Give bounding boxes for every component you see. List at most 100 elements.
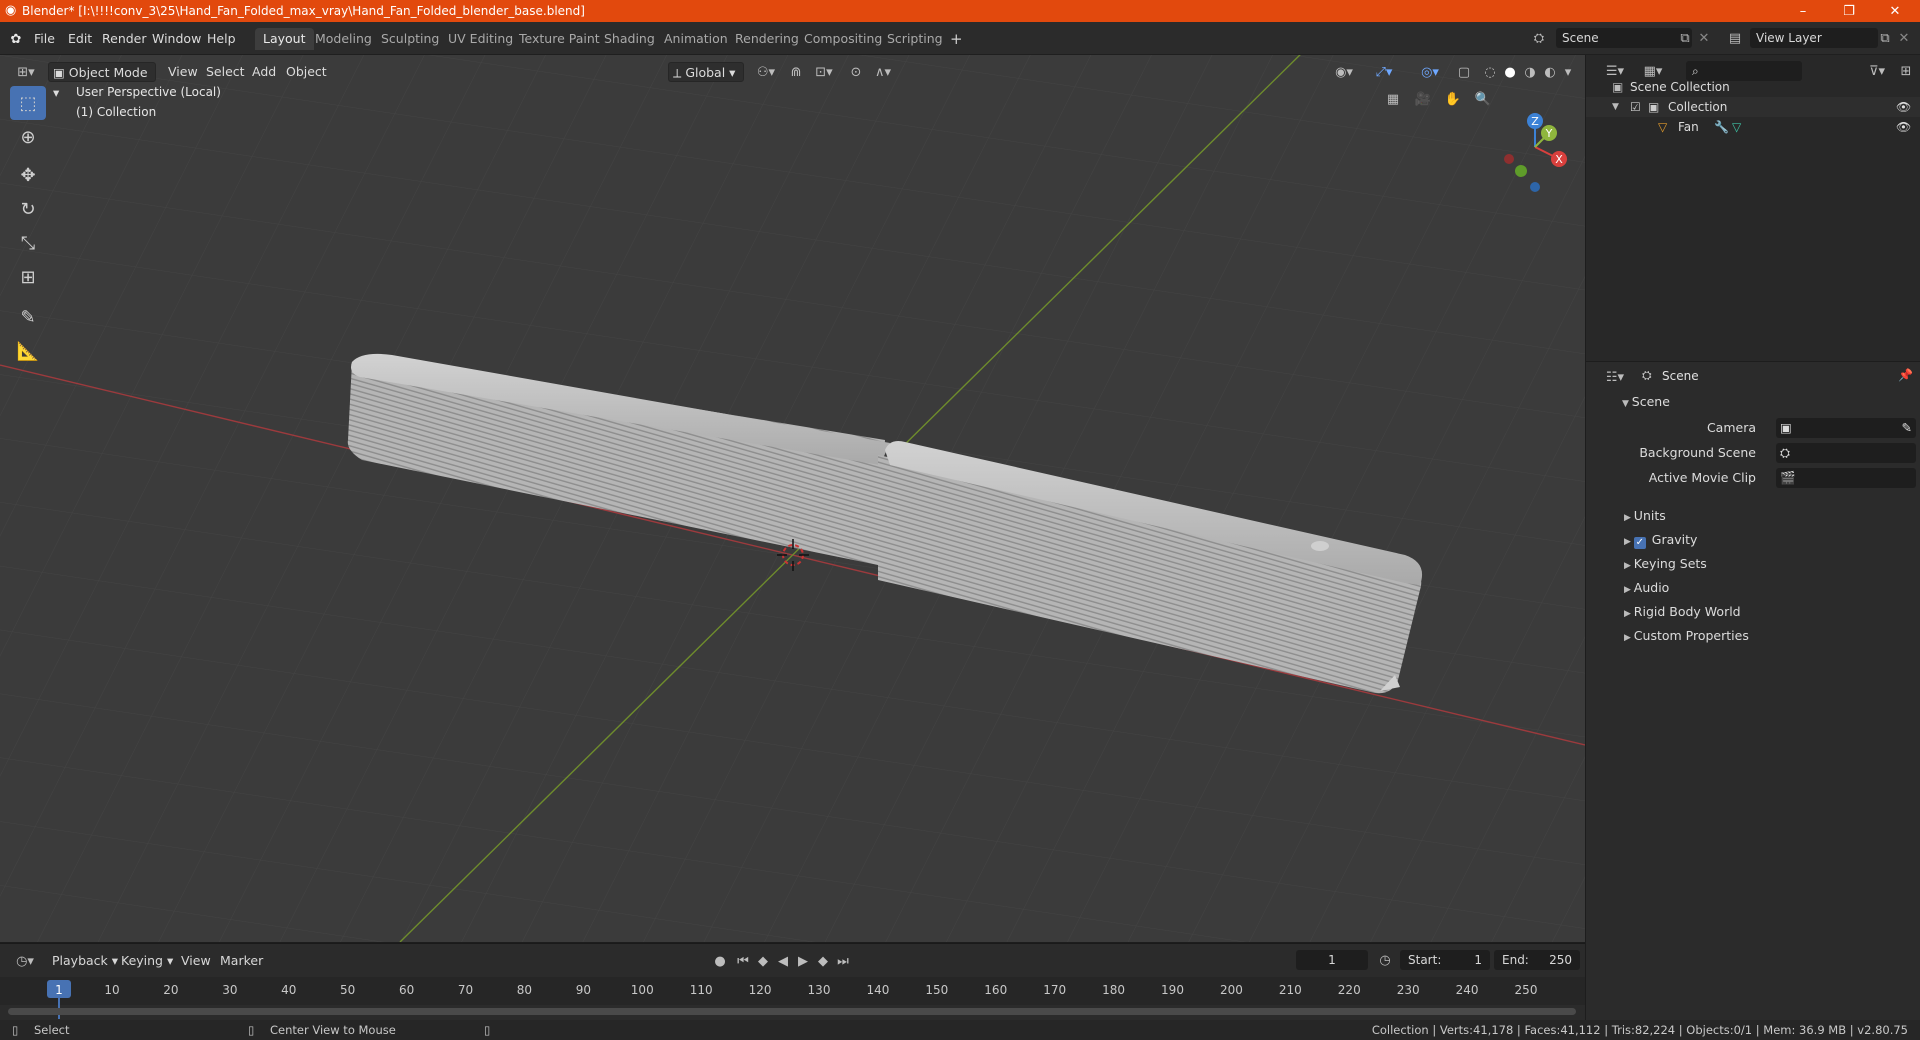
- zoom-view-icon[interactable]: 🔍: [1472, 88, 1494, 110]
- tab-scripting[interactable]: Scripting: [879, 28, 951, 50]
- units-panel-header[interactable]: ▶ Units: [1624, 504, 1920, 528]
- tab-sculpting[interactable]: Sculpting: [373, 28, 447, 50]
- menu-edit[interactable]: Edit: [68, 29, 92, 49]
- visibility-icon[interactable]: ◉▾: [1330, 62, 1358, 82]
- 3d-viewport[interactable]: Z X Y User Perspective (Local) (1) Colle…: [0, 55, 1585, 942]
- scene-field[interactable]: Scene: [1556, 28, 1692, 48]
- scale-tool-icon[interactable]: ⤡: [10, 226, 46, 260]
- xray-icon[interactable]: ▢: [1454, 62, 1474, 82]
- play-reverse-icon[interactable]: ◀: [774, 951, 792, 971]
- background-scene-field[interactable]: ⛭: [1776, 443, 1916, 463]
- menu-window[interactable]: Window: [152, 29, 201, 49]
- outliner-row-scene-collection[interactable]: ▣ Scene Collection: [1586, 77, 1920, 97]
- scene-icon[interactable]: ⛭: [1526, 28, 1552, 48]
- overlay-toggle-icon[interactable]: ◎▾: [1412, 62, 1448, 82]
- view-layer-field[interactable]: View Layer: [1750, 28, 1878, 48]
- proportional-edit-icon[interactable]: ⊙: [846, 62, 866, 82]
- active-movie-clip-field[interactable]: 🎬: [1776, 468, 1916, 488]
- jump-end-icon[interactable]: ⏭: [834, 951, 852, 971]
- outliner-row-collection[interactable]: ▼ ☑ ▣ Collection 👁: [1586, 97, 1920, 117]
- cursor-tool-icon[interactable]: ⊕: [10, 120, 46, 154]
- timeline-playback-menu[interactable]: Playback ▾: [46, 951, 124, 971]
- close-button[interactable]: ✕: [1872, 0, 1918, 22]
- annotate-tool-icon[interactable]: ✎: [10, 300, 46, 334]
- menu-object[interactable]: Object: [282, 62, 331, 82]
- tab-compositing[interactable]: Compositing: [796, 28, 890, 50]
- mode-dropdown[interactable]: ▣ Object Mode ▾: [48, 62, 156, 100]
- rendered-shading-icon[interactable]: ◐: [1540, 62, 1560, 82]
- eye-icon[interactable]: 👁: [1896, 97, 1911, 117]
- timeline-scrollbar[interactable]: [8, 1008, 1576, 1015]
- wireframe-shading-icon[interactable]: ◌: [1480, 62, 1500, 82]
- timeline-editor-icon[interactable]: ◷▾: [10, 951, 40, 971]
- tab-rendering[interactable]: Rendering: [727, 28, 807, 50]
- tab-texture-paint[interactable]: Texture Paint: [511, 28, 608, 50]
- expand-arrow-icon[interactable]: ▼: [1612, 97, 1619, 117]
- menu-add[interactable]: Add: [248, 62, 280, 82]
- keying-sets-panel-header[interactable]: ▶ Keying Sets: [1624, 552, 1920, 576]
- pivot-icon[interactable]: ⚇▾: [752, 62, 780, 82]
- prev-keyframe-icon[interactable]: ◆: [754, 951, 772, 971]
- material-shading-icon[interactable]: ◑: [1520, 62, 1540, 82]
- shading-options-icon[interactable]: ▾: [1560, 62, 1576, 82]
- jump-start-icon[interactable]: ⏮: [734, 951, 752, 971]
- new-view-layer-icon[interactable]: ⧉: [1876, 28, 1894, 48]
- start-frame-field[interactable]: Start: 1: [1400, 950, 1490, 970]
- record-icon[interactable]: ●: [710, 951, 730, 971]
- camera-field[interactable]: ▣ ✎: [1776, 418, 1916, 438]
- delete-view-layer-icon[interactable]: ✕: [1896, 28, 1912, 48]
- tab-uv-editing[interactable]: UV Editing: [440, 28, 521, 50]
- orientation-dropdown[interactable]: ⟂ Global ▾: [668, 62, 744, 82]
- eye-icon[interactable]: 👁: [1896, 117, 1911, 137]
- timeline-marker-menu[interactable]: Marker: [214, 951, 269, 971]
- menu-help[interactable]: Help: [207, 29, 236, 49]
- play-icon[interactable]: ▶: [794, 951, 812, 971]
- timeline-keying-menu[interactable]: Keying ▾: [115, 951, 179, 971]
- minimize-button[interactable]: –: [1780, 0, 1826, 22]
- end-frame-field[interactable]: End: 250: [1494, 950, 1580, 970]
- modifier-icon[interactable]: 🔧: [1714, 117, 1729, 137]
- rotate-tool-icon[interactable]: ↻: [10, 192, 46, 226]
- eyedropper-icon[interactable]: ✎: [1902, 418, 1912, 438]
- tab-animation[interactable]: Animation: [656, 28, 736, 50]
- solid-shading-icon[interactable]: ●: [1500, 62, 1520, 82]
- custom-properties-panel-header[interactable]: ▶ Custom Properties: [1624, 624, 1920, 648]
- menu-view[interactable]: View: [164, 62, 202, 82]
- snap-icon[interactable]: ⋒: [786, 62, 806, 82]
- gizmo-toggle-icon[interactable]: ⤢▾: [1366, 62, 1402, 82]
- exclude-checkbox-icon[interactable]: ☑: [1630, 97, 1641, 117]
- ortho-toggle-icon[interactable]: ▦: [1382, 88, 1404, 110]
- scene-panel-header[interactable]: ▼ Scene: [1622, 390, 1920, 414]
- properties-editor-icon[interactable]: ☷▾: [1600, 367, 1630, 387]
- editor-type-icon[interactable]: ⊞▾: [10, 62, 42, 82]
- measure-tool-icon[interactable]: 📐: [10, 334, 46, 368]
- tab-layout[interactable]: Layout: [255, 28, 314, 50]
- rigid-body-world-panel-header[interactable]: ▶ Rigid Body World: [1624, 600, 1920, 624]
- select-box-icon[interactable]: ⬚: [10, 86, 46, 120]
- menu-render[interactable]: Render: [102, 29, 147, 49]
- camera-view-icon[interactable]: 🎥: [1412, 88, 1434, 110]
- snap-target-icon[interactable]: ⊡▾: [810, 62, 838, 82]
- gravity-checkbox[interactable]: ✓: [1633, 537, 1646, 549]
- view-layer-icon[interactable]: ▤: [1722, 28, 1748, 48]
- timeline-view-menu[interactable]: View: [175, 951, 217, 971]
- new-scene-icon[interactable]: ⧉: [1676, 28, 1694, 48]
- menu-file[interactable]: File: [34, 29, 55, 49]
- gravity-panel-header[interactable]: ▶ ✓ Gravity: [1624, 528, 1920, 552]
- next-keyframe-icon[interactable]: ◆: [814, 951, 832, 971]
- pan-view-icon[interactable]: ✋: [1442, 88, 1464, 110]
- tab-modeling[interactable]: Modeling: [307, 28, 380, 50]
- pin-icon[interactable]: 📌: [1898, 368, 1913, 382]
- tab-shading[interactable]: Shading: [596, 28, 663, 50]
- menu-select[interactable]: Select: [202, 62, 249, 82]
- delete-scene-icon[interactable]: ✕: [1696, 28, 1712, 48]
- maximize-button[interactable]: ❐: [1826, 0, 1872, 22]
- mesh-data-icon[interactable]: ▽: [1732, 117, 1741, 137]
- clock-icon[interactable]: ◷: [1376, 950, 1394, 970]
- transform-tool-icon[interactable]: ⊞: [10, 260, 46, 294]
- falloff-icon[interactable]: ∧▾: [868, 62, 898, 82]
- current-frame-field[interactable]: 1: [1296, 950, 1368, 970]
- outliner-row-fan[interactable]: ▽ Fan 🔧 ▽ 👁: [1586, 117, 1920, 137]
- audio-panel-header[interactable]: ▶ Audio: [1624, 576, 1920, 600]
- blender-menu-icon[interactable]: ✿: [6, 29, 26, 49]
